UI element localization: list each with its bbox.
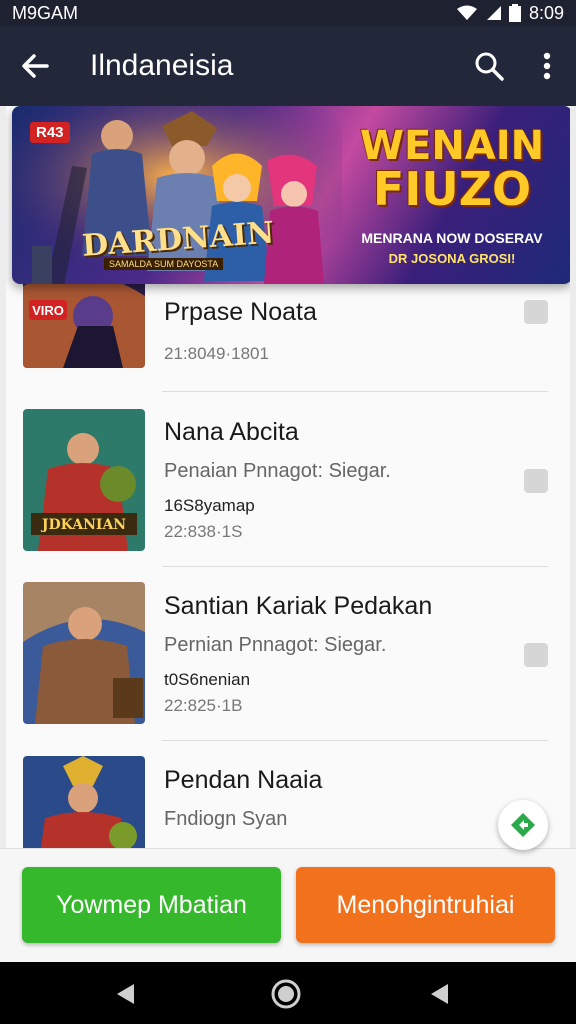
item-title: Pendan Naaia [164, 766, 323, 794]
item-meta: t0S6nenian [164, 670, 251, 689]
game-thumbnail: JDKANIAN [23, 409, 145, 551]
game-thumbnail-art [23, 582, 145, 724]
item-checkbox[interactable] [524, 643, 548, 667]
search-button[interactable] [460, 26, 518, 106]
item-subtitle: Pernian Pnnagot: Siegar. [164, 634, 387, 656]
system-nav-bar [0, 962, 576, 1024]
banner-subtitle-1: MENRANA NOW DOSERAV [361, 230, 543, 246]
nav-recents-button[interactable] [424, 978, 456, 1010]
status-bar: M9GAM 8:09 [0, 0, 576, 26]
thumb-tag: VIRO [32, 303, 64, 318]
divider [162, 566, 548, 567]
app-bar: Ilndaneisia [0, 26, 576, 106]
divider [162, 740, 548, 741]
secondary-action-button[interactable]: Menohgintruhiai [296, 867, 555, 943]
game-thumbnail-art: JDKANIAN [23, 409, 145, 551]
nav-home-button[interactable] [270, 978, 302, 1010]
game-thumbnail [23, 756, 145, 848]
back-button[interactable] [0, 26, 70, 106]
divider [162, 391, 548, 392]
banner-logo-sub: SAMALDA SUM DAYOSTA [104, 258, 224, 270]
banner-tag: R43 [30, 122, 70, 143]
item-title: Santian Kariak Pedakan [164, 592, 433, 620]
status-time: 8:09 [528, 2, 564, 23]
promo-banner[interactable]: R43 DARDNAIN SAMALDA SUM DAYOSTA WENAIN … [12, 106, 570, 284]
banner-subtitle-2: DR JOSONA GROSI! [388, 251, 516, 266]
banner-heading-line2: FIUZO [372, 162, 532, 216]
arrow-diamond-icon [511, 813, 535, 837]
triangle-back-icon [117, 984, 134, 1004]
bottom-action-bar: Yowmep Mbatian Menohgintruhiai [0, 848, 576, 962]
nav-back-button[interactable] [110, 978, 142, 1010]
battery-icon [508, 4, 521, 22]
banner-heading: WENAIN FIUZO [342, 126, 562, 212]
triangle-recents-icon [431, 984, 448, 1004]
status-carrier: M9GAM [12, 2, 79, 23]
banner-heading-line1: WENAIN [359, 123, 545, 169]
item-meta: 16S8yamap [164, 496, 255, 515]
floating-action-button[interactable] [498, 800, 548, 850]
item-title: Prpase Noata [164, 298, 317, 326]
page-title: Ilndaneisia [90, 49, 234, 82]
more-options-button[interactable] [518, 26, 576, 106]
thumb-tag: JDKANIAN [40, 517, 126, 533]
item-title: Nana Abcita [164, 418, 299, 446]
item-time: 22:838·1S [164, 522, 243, 541]
item-time: 22:825·1B [164, 696, 243, 715]
circle-home-icon [271, 979, 301, 1009]
status-icons: 8:09 [456, 2, 564, 24]
signal-icon [486, 6, 501, 20]
game-list[interactable]: R43 DARDNAIN SAMALDA SUM DAYOSTA WENAIN … [6, 106, 570, 848]
item-time: 21:8049·1801 [164, 344, 269, 363]
item-checkbox[interactable] [524, 300, 548, 324]
more-vert-icon [543, 52, 551, 80]
item-subtitle: Penaian Pnnagot: Siegar. [164, 460, 391, 482]
arrow-back-icon [22, 54, 49, 78]
item-checkbox[interactable] [524, 469, 548, 493]
game-thumbnail [23, 582, 145, 724]
wifi-icon [456, 5, 477, 20]
search-icon [475, 52, 504, 81]
item-subtitle: Fndiogn Syan [164, 808, 288, 830]
game-thumbnail-art [23, 756, 145, 848]
primary-action-button[interactable]: Yowmep Mbatian [22, 867, 281, 943]
